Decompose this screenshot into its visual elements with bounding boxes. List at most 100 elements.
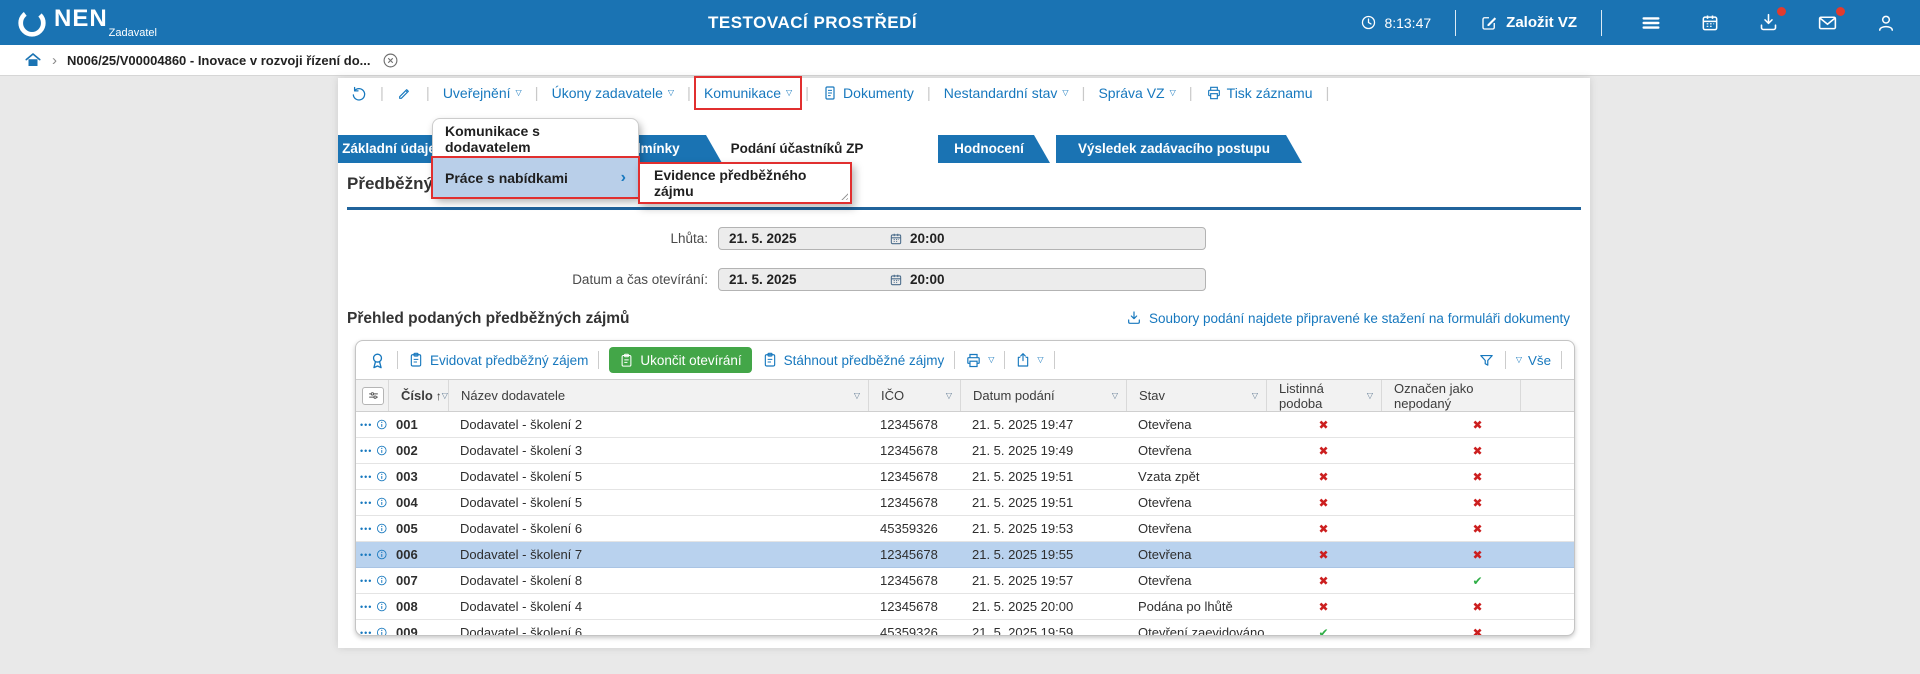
cell-nazev-dodavatele: Dodavatel - školení 7 <box>448 547 868 562</box>
tab-hodnoceni[interactable]: Hodnocení <box>938 135 1050 163</box>
column-label: Číslo <box>401 388 433 403</box>
table-row[interactable]: ••• 009 Dodavatel - školení 6 45359326 2… <box>356 620 1574 636</box>
column-settings[interactable] <box>356 380 388 411</box>
downloads-button[interactable] <box>1758 12 1779 33</box>
clock-icon <box>1360 14 1377 31</box>
ukoncit-oteviranì-button[interactable]: Ukončit otevírání <box>609 347 751 373</box>
row-menu-dots[interactable]: ••• <box>360 498 372 508</box>
info-icon[interactable] <box>376 469 388 484</box>
table-row[interactable]: ••• 005 Dodavatel - školení 6 45359326 2… <box>356 516 1574 542</box>
caret-down-icon: ▽ <box>668 88 674 97</box>
column-header-cislo[interactable]: Číslo↑▽ <box>388 380 448 411</box>
cell-nazev-dodavatele: Dodavatel - školení 5 <box>448 469 868 484</box>
main-menu-button[interactable] <box>1640 12 1662 34</box>
row-actions: ••• <box>356 547 388 562</box>
row-menu-dots[interactable]: ••• <box>360 524 372 534</box>
messages-button[interactable] <box>1817 12 1838 33</box>
menu-sprava-vz[interactable]: Správa VZ▽ <box>1094 82 1179 104</box>
row-menu-dots[interactable]: ••• <box>360 472 372 482</box>
table-row[interactable]: ••• 003 Dodavatel - školení 5 12345678 2… <box>356 464 1574 490</box>
profile-button[interactable] <box>1876 13 1896 33</box>
seal-button[interactable] <box>368 351 387 370</box>
row-menu-dots[interactable]: ••• <box>360 576 372 586</box>
oteviranì-datetime-field[interactable]: 21. 5. 2025 20:00 <box>718 268 1206 291</box>
calendar-icon[interactable] <box>889 232 903 246</box>
menu-nestandardni-stav[interactable]: Nestandardní stav▽ <box>940 82 1073 104</box>
cell-stav: Otevřena <box>1126 521 1266 536</box>
evidovat-button[interactable]: Evidovat předběžný zájem <box>408 352 588 368</box>
menu-tisk-zaznamu[interactable]: Tisk záznamu <box>1202 82 1317 104</box>
row-menu-dots[interactable]: ••• <box>360 628 372 637</box>
time-value: 20:00 <box>910 272 945 287</box>
tab-vysledek-zadavaciho-postupu[interactable]: Výsledek zadávacího postupu <box>1056 135 1302 163</box>
filter-caret-icon[interactable]: ▽ <box>946 391 952 400</box>
lhuta-datetime-field[interactable]: 21. 5. 2025 20:00 <box>718 227 1206 250</box>
create-vz-button[interactable]: Založit VZ <box>1480 14 1577 32</box>
filter-button[interactable] <box>1478 352 1495 369</box>
caret-down-icon: ▽ <box>988 355 994 364</box>
clipboard-download-icon <box>762 352 778 368</box>
column-header-stav[interactable]: Stav▽ <box>1126 380 1266 411</box>
column-header-listinna[interactable]: Listinná podoba▽ <box>1266 380 1381 411</box>
table-row[interactable]: ••• 002 Dodavatel - školení 3 12345678 2… <box>356 438 1574 464</box>
menu-item-komunikace-s-dodavatelem[interactable]: Komunikace s dodavatelem <box>433 119 638 158</box>
create-vz-label: Založit VZ <box>1506 14 1577 31</box>
info-icon[interactable] <box>376 443 388 458</box>
menu-uverejneni[interactable]: Uveřejnění▽ <box>439 82 526 104</box>
menu-label: Správa VZ <box>1098 85 1164 101</box>
info-icon[interactable] <box>376 417 388 432</box>
info-icon[interactable] <box>376 495 388 510</box>
info-icon[interactable] <box>376 625 388 636</box>
view-all-button[interactable]: ▽Vše <box>1516 353 1551 368</box>
submenu-evidence-predbezneho-zajmu[interactable]: Evidence předběžného zájmu <box>638 162 852 204</box>
calendar-button[interactable] <box>1700 13 1720 33</box>
menu-dokumenty[interactable]: Dokumenty <box>818 82 918 104</box>
menu-komunikace[interactable]: Komunikace▽ <box>700 82 796 104</box>
table-header: Číslo↑▽ Název dodavatele▽ IČO▽ Datum pod… <box>356 379 1574 412</box>
column-header-nazev[interactable]: Název dodavatele▽ <box>448 380 868 411</box>
table-row[interactable]: ••• 008 Dodavatel - školení 4 12345678 2… <box>356 594 1574 620</box>
table-row[interactable]: ••• 001 Dodavatel - školení 2 12345678 2… <box>356 412 1574 438</box>
filter-caret-icon[interactable]: ▽ <box>1252 391 1258 400</box>
column-header-nepodany[interactable]: Označen jako nepodaný <box>1381 380 1521 411</box>
print-table-button[interactable]: ▽ <box>965 352 994 369</box>
brand-text: NENZadavatel <box>54 7 157 39</box>
home-button[interactable] <box>24 51 42 69</box>
info-icon[interactable] <box>376 547 388 562</box>
menu-item-prace-s-nabidkami[interactable]: Práce s nabídkami› <box>433 158 638 197</box>
refresh-button[interactable] <box>346 82 371 105</box>
filter-caret-icon[interactable]: ▽ <box>854 391 860 400</box>
row-actions: ••• <box>356 573 388 588</box>
row-menu-dots[interactable]: ••• <box>360 550 372 560</box>
filter-caret-icon[interactable]: ▽ <box>1367 391 1373 400</box>
info-icon[interactable] <box>376 521 388 536</box>
menu-label: Dokumenty <box>843 85 914 101</box>
tab-podani-ucastniku-zp[interactable]: Podání účastníků ZP <box>722 135 882 163</box>
stahnout-button[interactable]: Stáhnout předběžné zájmy <box>762 352 945 368</box>
messages-badge <box>1836 7 1845 16</box>
printer-icon <box>965 352 982 369</box>
column-header-ico[interactable]: IČO▽ <box>868 380 960 411</box>
table-row[interactable]: ••• 007 Dodavatel - školení 8 12345678 2… <box>356 568 1574 594</box>
info-icon[interactable] <box>376 599 388 614</box>
divider <box>1505 351 1506 369</box>
app-logo[interactable]: NENZadavatel <box>0 7 157 39</box>
info-icon[interactable] <box>376 573 388 588</box>
divider: | <box>927 85 931 102</box>
menu-label: Tisk záznamu <box>1227 85 1313 101</box>
export-button[interactable]: ▽ <box>1015 352 1043 368</box>
breadcrumb-item[interactable]: N006/25/V00004860 - Inovace v rozvoji ří… <box>67 53 370 68</box>
table-row[interactable]: ••• 004 Dodavatel - školení 5 12345678 2… <box>356 490 1574 516</box>
filter-caret-icon[interactable]: ▽ <box>1112 391 1118 400</box>
row-menu-dots[interactable]: ••• <box>360 420 372 430</box>
files-download-link[interactable]: Soubory podání najdete připravené ke sta… <box>1126 310 1570 326</box>
column-header-datum[interactable]: Datum podání▽ <box>960 380 1126 411</box>
row-menu-dots[interactable]: ••• <box>360 602 372 612</box>
edit-button[interactable] <box>393 82 417 104</box>
calendar-icon[interactable] <box>889 273 903 287</box>
close-tab-button[interactable] <box>382 52 399 69</box>
divider: | <box>687 85 691 102</box>
table-row[interactable]: ••• 006 Dodavatel - školení 7 12345678 2… <box>356 542 1574 568</box>
menu-ukony-zadavatele[interactable]: Úkony zadavatele▽ <box>548 82 678 104</box>
row-menu-dots[interactable]: ••• <box>360 446 372 456</box>
